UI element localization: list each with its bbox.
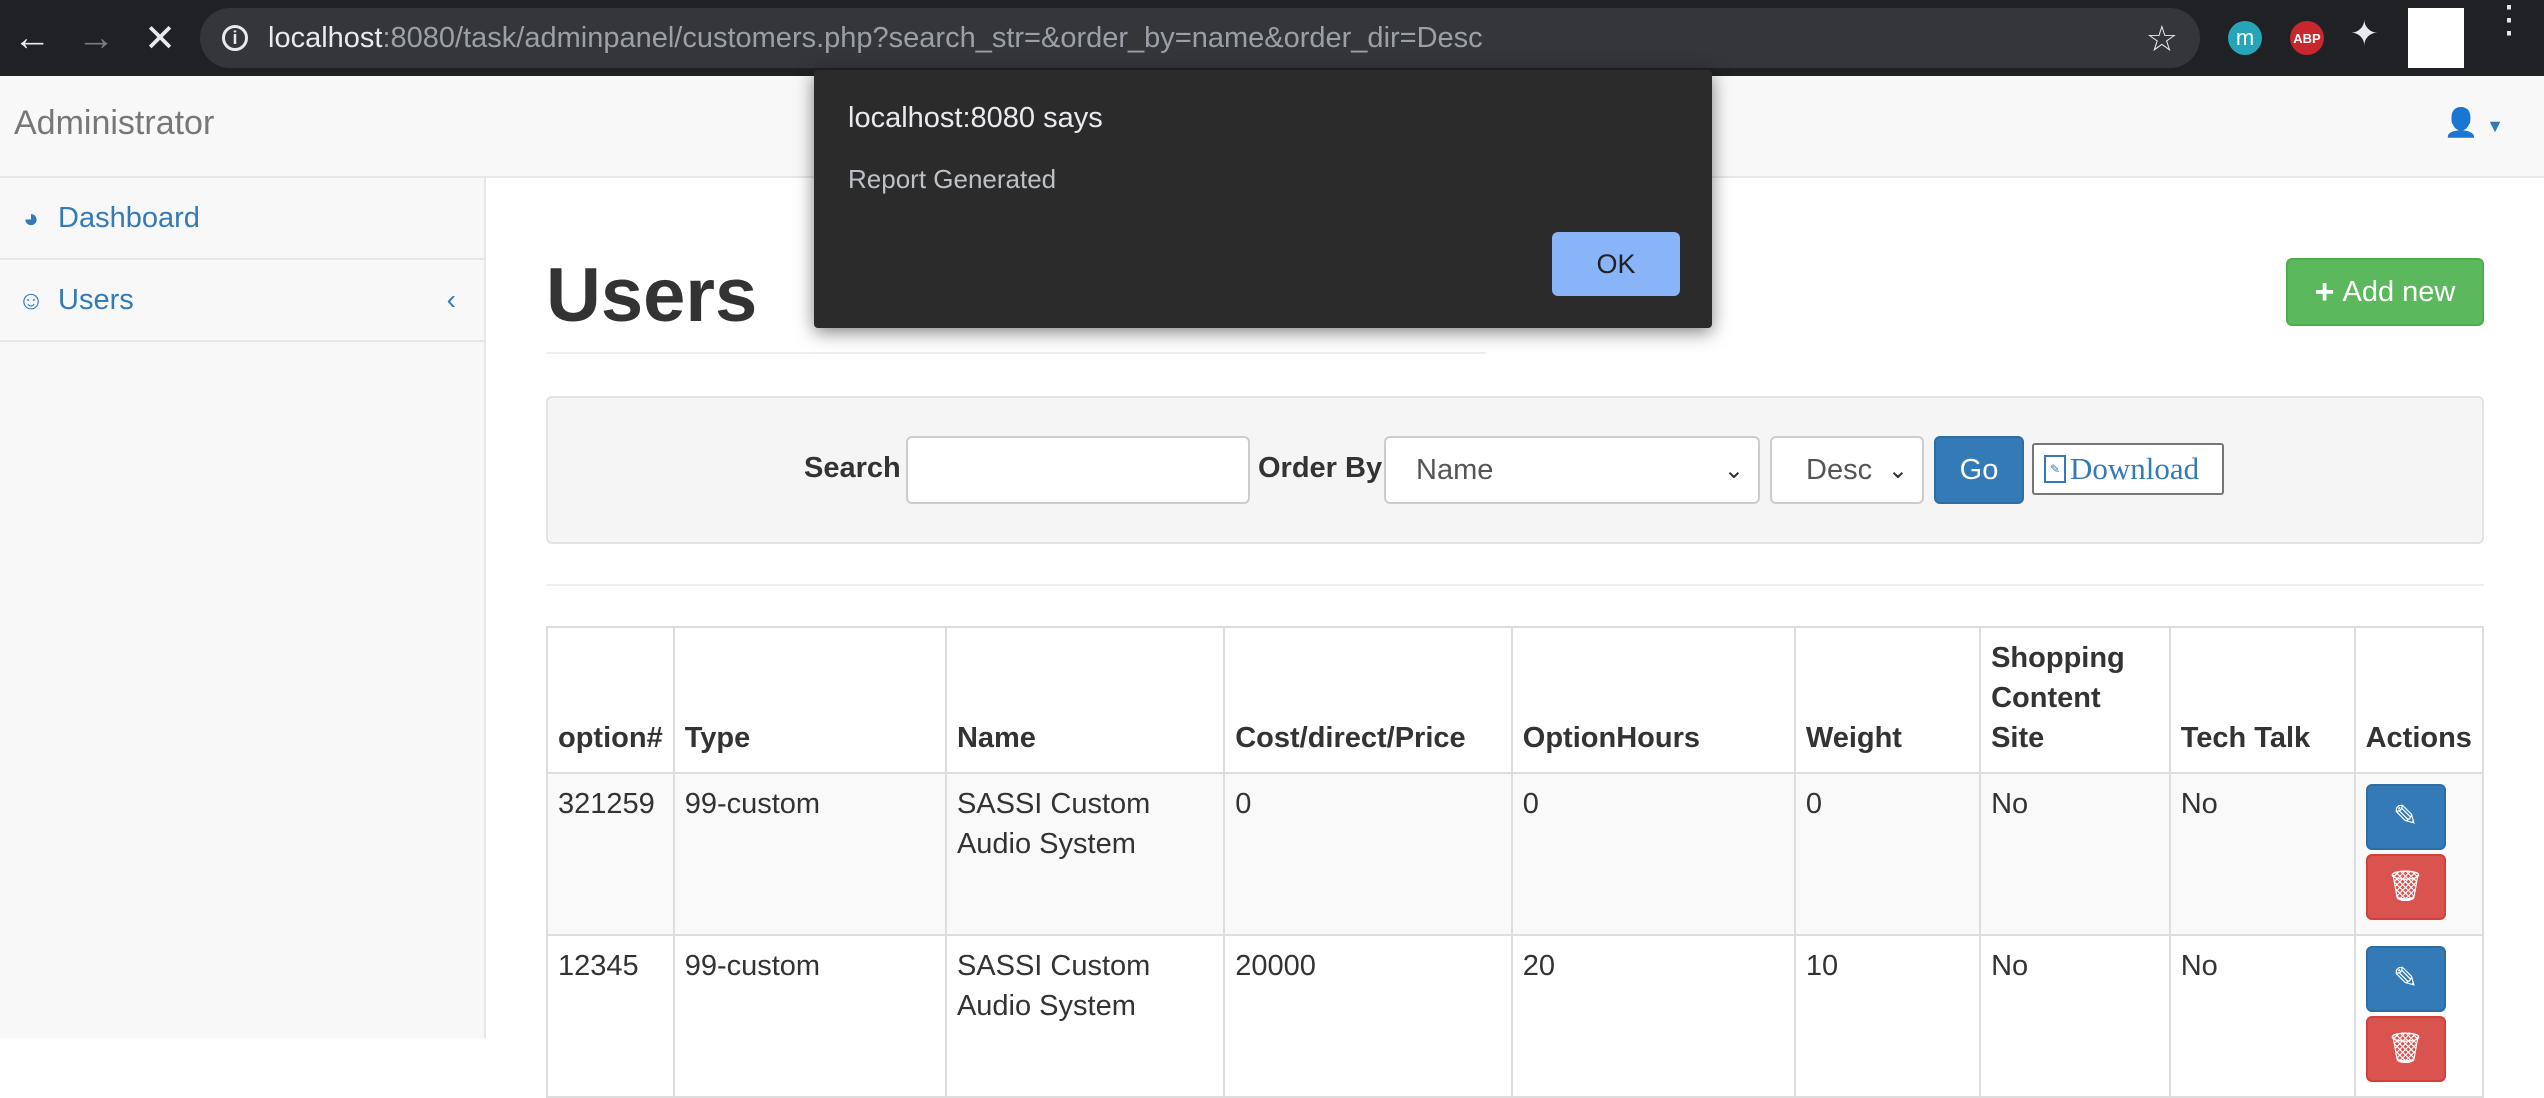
dialog-title: localhost:8080 says — [848, 102, 1103, 134]
table-cell: No — [2168, 934, 2356, 1098]
back-arrow-icon[interactable]: ← — [0, 0, 64, 76]
add-new-button[interactable]: + Add new — [2286, 258, 2484, 326]
order-by-select[interactable]: Name ⌄ — [1384, 436, 1760, 504]
column-header[interactable]: option# — [546, 626, 675, 774]
browser-menu-icon[interactable]: ⋮ — [2490, 1, 2528, 39]
table-cell: No — [2168, 772, 2356, 936]
table-cell: 12345 — [546, 934, 675, 1098]
download-label: Download — [2070, 451, 2200, 486]
table-row: 12345 99-custom SASSI Custom Audio Syste… — [546, 934, 2485, 1098]
user-dropdown[interactable]: 👤 ▼ — [2444, 106, 2504, 139]
stop-loading-icon[interactable]: ✕ — [128, 0, 192, 76]
column-header[interactable]: Name — [944, 626, 1226, 774]
profile-avatar[interactable] — [2408, 8, 2464, 68]
extensions-puzzle-icon[interactable]: ✦ — [2350, 14, 2379, 54]
table-row: 321259 99-custom SASSI Custom Audio Syst… — [546, 772, 2485, 936]
table-cell: SASSI Custom Audio System — [944, 772, 1226, 936]
column-header[interactable]: OptionHours — [1510, 626, 1796, 774]
order-dir-select[interactable]: Desc ⌄ — [1770, 436, 1924, 504]
adblock-extension-icon[interactable]: ABP — [2290, 21, 2324, 55]
sidebar-item-label: Users — [58, 283, 134, 316]
table-cell: SASSI Custom Audio System — [944, 934, 1226, 1098]
sidebar-item-label: Dashboard — [58, 201, 200, 234]
users-table: option# Type Name Cost/direct/Price Opti… — [546, 626, 2485, 1098]
url-path: :8080/task/adminpanel/customers.php?sear… — [382, 21, 1483, 54]
user-circle-icon: ☺ — [17, 284, 45, 315]
chevron-down-icon: ⌄ — [1887, 457, 1908, 484]
pdf-icon: ✎ — [2044, 455, 2066, 483]
trash-icon[interactable]: 🗑 — [2365, 854, 2446, 920]
page-title: Users — [546, 253, 758, 338]
search-input[interactable] — [906, 436, 1250, 504]
edit-icon[interactable]: ✎ — [2365, 784, 2446, 850]
brand-title[interactable]: Administrator — [14, 104, 214, 143]
url-host: localhost — [268, 21, 383, 54]
dashboard-gauge-icon: ◕ — [23, 202, 39, 233]
order-by-value: Name — [1416, 453, 1494, 486]
column-header[interactable]: Type — [672, 626, 947, 774]
bookmark-star-icon[interactable]: ☆ — [2146, 18, 2178, 60]
address-bar[interactable]: i localhost:8080/task/adminpanel/custome… — [200, 8, 2200, 68]
table-cell: 10 — [1793, 934, 1982, 1098]
content-divider — [546, 584, 2484, 586]
actions-cell: ✎ 🗑 — [2353, 934, 2485, 1098]
column-header[interactable]: Weight — [1793, 626, 1982, 774]
add-new-label: Add new — [2342, 275, 2456, 308]
order-dir-value: Desc — [1806, 453, 1873, 486]
download-button[interactable]: ✎ Download — [2032, 443, 2224, 495]
title-divider — [546, 352, 1486, 354]
site-info-icon[interactable]: i — [222, 25, 248, 51]
actions-cell: ✎ 🗑 — [2353, 772, 2485, 936]
trash-icon[interactable]: 🗑 — [2365, 1016, 2446, 1082]
order-by-label: Order By — [1258, 452, 1383, 484]
table-cell: 20 — [1510, 934, 1796, 1098]
url-text[interactable]: localhost:8080/task/adminpanel/customers… — [268, 22, 1483, 55]
table-cell: 0 — [1223, 772, 1513, 936]
sidebar-item-dashboard[interactable]: ◕ Dashboard — [0, 178, 484, 260]
chevron-left-icon[interactable]: ‹ — [447, 284, 456, 316]
column-header[interactable]: Shopping Content Site — [1979, 626, 2171, 774]
sidebar-item-users[interactable]: ☺ Users ‹ — [0, 260, 484, 342]
table-cell: 99-custom — [672, 934, 947, 1098]
chevron-down-icon: ⌄ — [1723, 457, 1744, 484]
dialog-message: Report Generated — [848, 164, 1057, 194]
alert-dialog: localhost:8080 says Report Generated OK — [814, 70, 1712, 328]
table-header-row: option# Type Name Cost/direct/Price Opti… — [546, 626, 2485, 774]
table-cell: No — [1979, 934, 2171, 1098]
table-cell: 20000 — [1223, 934, 1513, 1098]
table-cell: 99-custom — [672, 772, 947, 936]
ok-button[interactable]: OK — [1552, 232, 1680, 296]
search-label: Search — [804, 452, 901, 484]
table-cell: 0 — [1510, 772, 1796, 936]
caret-down-icon: ▼ — [2486, 116, 2504, 136]
table-cell: No — [1979, 772, 2171, 936]
go-button[interactable]: Go — [1934, 436, 2024, 504]
browser-toolbar: ← → ✕ i localhost:8080/task/adminpanel/c… — [0, 0, 2544, 76]
sidebar: ◕ Dashboard ☺ Users ‹ — [0, 178, 486, 1038]
table-cell: 0 — [1793, 772, 1982, 936]
column-header: Actions — [2353, 626, 2485, 774]
edit-icon[interactable]: ✎ — [2365, 946, 2446, 1012]
column-header[interactable]: Cost/direct/Price — [1223, 626, 1513, 774]
plus-icon: + — [2314, 272, 2335, 311]
extension-m-icon[interactable]: m — [2228, 21, 2262, 55]
user-icon: 👤 — [2443, 107, 2479, 138]
table-cell: 321259 — [546, 772, 675, 936]
forward-arrow-icon[interactable]: → — [64, 0, 128, 76]
column-header[interactable]: Tech Talk — [2168, 626, 2356, 774]
